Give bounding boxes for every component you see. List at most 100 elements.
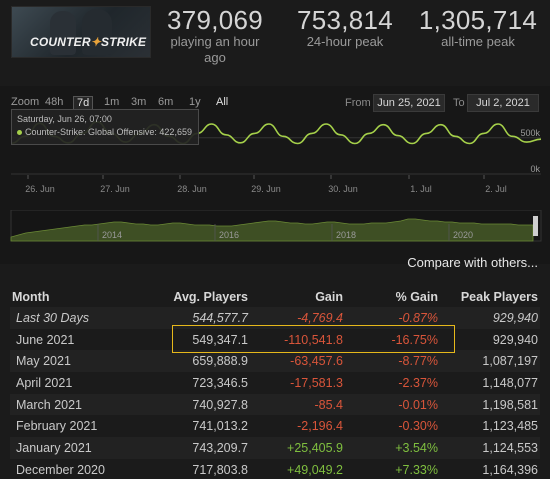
game-logo[interactable]: COUNTER✦STRIKE — [11, 6, 151, 58]
cell-month: March 2021 — [10, 393, 150, 416]
table-row: February 2021 741,013.2 -2,196.4 -0.30% 1,12… — [10, 415, 540, 438]
cell-pct-gain: -0.87% — [345, 307, 440, 329]
cell-avg-players: 740,927.8 — [150, 393, 250, 416]
from-label: From — [345, 97, 371, 109]
chart-tooltip: Saturday, Jun 26, 07:00 Counter-Strike: … — [11, 109, 199, 145]
x-tick-label: 27. Jun — [100, 184, 130, 194]
cell-pct-gain: +3.54% — [345, 437, 440, 459]
navigator-chart[interactable]: 2014 2016 2018 2020 — [0, 210, 550, 242]
header-peak-players[interactable]: Peak Players — [440, 287, 540, 307]
zoom-1y-button[interactable]: 1y — [189, 96, 201, 108]
cell-peak-players: 929,940 — [440, 307, 540, 329]
stat-value: 1,305,714 — [418, 5, 538, 35]
table-row: December 2020 717,803.8 +49,049.2 +7.33% 1,1… — [10, 458, 540, 479]
x-tick-label: 1. Jul — [410, 184, 432, 194]
cell-month: Last 30 Days — [10, 307, 150, 329]
header-avg-players[interactable]: Avg. Players — [150, 287, 250, 307]
y-tick-label: 500k — [520, 128, 540, 138]
zoom-6m-button[interactable]: 6m — [158, 96, 173, 108]
navigator-year-label: 2018 — [336, 230, 356, 240]
cell-peak-players: 1,198,581 — [440, 393, 540, 416]
cell-gain: -17,581.3 — [250, 372, 345, 394]
cell-month: December 2020 — [10, 458, 150, 479]
cell-avg-players: 741,013.2 — [150, 415, 250, 438]
series-dot-icon — [17, 130, 22, 136]
cell-gain: +25,405.9 — [250, 437, 345, 459]
table-row: Last 30 Days 544,577.7 -4,769.4 -0.87% 929,9… — [10, 307, 540, 329]
cell-peak-players: 1,123,485 — [440, 415, 540, 438]
from-date-input[interactable]: Jun 25, 2021 — [373, 94, 445, 112]
zoom-48h-button[interactable]: 48h — [45, 96, 63, 108]
tooltip-date: Saturday, Jun 26, 07:00 — [17, 114, 112, 124]
zoom-3m-button[interactable]: 3m — [131, 96, 146, 108]
table-row: April 2021 723,346.5 -17,581.3 -2.37% 1,148,… — [10, 372, 540, 394]
cell-pct-gain: -16.75% — [345, 328, 440, 351]
x-tick-label: 26. Jun — [25, 184, 55, 194]
cell-peak-players: 1,124,553 — [440, 437, 540, 459]
stat-value: 753,814 — [296, 5, 394, 35]
y-tick-label: 0k — [530, 164, 540, 174]
cell-avg-players: 743,209.7 — [150, 437, 250, 459]
stat-24h-peak: 753,814 24-hour peak — [290, 6, 400, 50]
cell-pct-gain: +7.33% — [345, 458, 440, 479]
to-date-input[interactable]: Jul 2, 2021 — [467, 94, 539, 112]
cell-month: January 2021 — [10, 437, 150, 459]
cell-pct-gain: -8.77% — [345, 350, 440, 373]
app-header: COUNTER✦STRIKE 379,069 playing an hour a… — [0, 0, 550, 65]
cell-month: June 2021 — [10, 328, 150, 351]
header-pct-gain[interactable]: % Gain — [345, 287, 440, 307]
cell-gain: -63,457.6 — [250, 350, 345, 373]
x-tick-label: 28. Jun — [177, 184, 207, 194]
zoom-7d-button[interactable]: 7d — [73, 96, 94, 110]
stat-playing-hour-ago: 379,069 playing an hour ago — [160, 6, 270, 66]
stat-label: playing an hour ago — [170, 34, 260, 65]
table-row: January 2021 743,209.7 +25,405.9 +3.54% 1,12… — [10, 437, 540, 459]
cell-gain: -110,541.8 — [250, 328, 345, 351]
cell-avg-players: 544,577.7 — [150, 307, 250, 329]
cell-gain: +49,049.2 — [250, 458, 345, 479]
navigator-handle — [533, 216, 538, 236]
table-row: June 2021 549,347.1 -110,541.8 -16.75% 929,9… — [10, 328, 540, 351]
stat-value: 379,069 — [166, 5, 264, 35]
monthly-stats-table: Month Avg. Players Gain % Gain Peak Play… — [10, 287, 540, 479]
logo-wordmark: COUNTER✦STRIKE — [30, 35, 147, 49]
cell-month: February 2021 — [10, 415, 150, 438]
compare-link[interactable]: Compare with others... — [407, 255, 538, 270]
cell-month: April 2021 — [10, 372, 150, 394]
tooltip-series-name: Counter-Strike: Global Offensive: — [25, 127, 157, 137]
cell-peak-players: 1,164,396 — [440, 458, 540, 479]
x-tick-label: 29. Jun — [251, 184, 281, 194]
stat-label: 24-hour peak — [306, 34, 384, 49]
cell-month: May 2021 — [10, 350, 150, 373]
cell-gain: -4,769.4 — [250, 307, 345, 329]
table-header-row: Month Avg. Players Gain % Gain Peak Play… — [10, 287, 540, 307]
stat-all-time-peak: 1,305,714 all-time peak — [415, 6, 541, 50]
cell-pct-gain: -0.01% — [345, 393, 440, 416]
table-row: March 2021 740,927.8 -85.4 -0.01% 1,198,581 — [10, 393, 540, 416]
cell-peak-players: 1,148,077 — [440, 372, 540, 394]
cell-peak-players: 1,087,197 — [440, 350, 540, 373]
cell-avg-players: 659,888.9 — [150, 350, 250, 373]
x-axis-labels: 26. Jun 27. Jun 28. Jun 29. Jun 30. Jun 1. Ju… — [25, 175, 507, 194]
navigator-year-label: 2016 — [219, 230, 239, 240]
tooltip-value: 422,659 — [159, 127, 192, 137]
cell-avg-players: 549,347.1 — [150, 328, 250, 351]
cell-pct-gain: -0.30% — [345, 415, 440, 438]
cell-avg-players: 723,346.5 — [150, 372, 250, 394]
y-axis-labels: 500k 0k — [520, 128, 540, 174]
cell-pct-gain: -2.37% — [345, 372, 440, 394]
cell-gain: -2,196.4 — [250, 415, 345, 438]
cell-peak-players: 929,940 — [440, 328, 540, 351]
zoom-1m-button[interactable]: 1m — [104, 96, 119, 108]
tooltip-series-row: Counter-Strike: Global Offensive: 422,65… — [17, 126, 193, 139]
navigator-year-label: 2014 — [102, 230, 122, 240]
header-gain[interactable]: Gain — [250, 287, 345, 307]
zoom-all-button[interactable]: All — [216, 96, 228, 108]
stat-label: all-time peak — [441, 34, 515, 49]
cell-gain: -85.4 — [250, 393, 345, 416]
cell-avg-players: 717,803.8 — [150, 458, 250, 479]
table-row: May 2021 659,888.9 -63,457.6 -8.77% 1,087,19… — [10, 350, 540, 373]
zoom-label: Zoom — [11, 96, 40, 108]
header-month[interactable]: Month — [10, 287, 150, 307]
x-tick-label: 2. Jul — [485, 184, 507, 194]
